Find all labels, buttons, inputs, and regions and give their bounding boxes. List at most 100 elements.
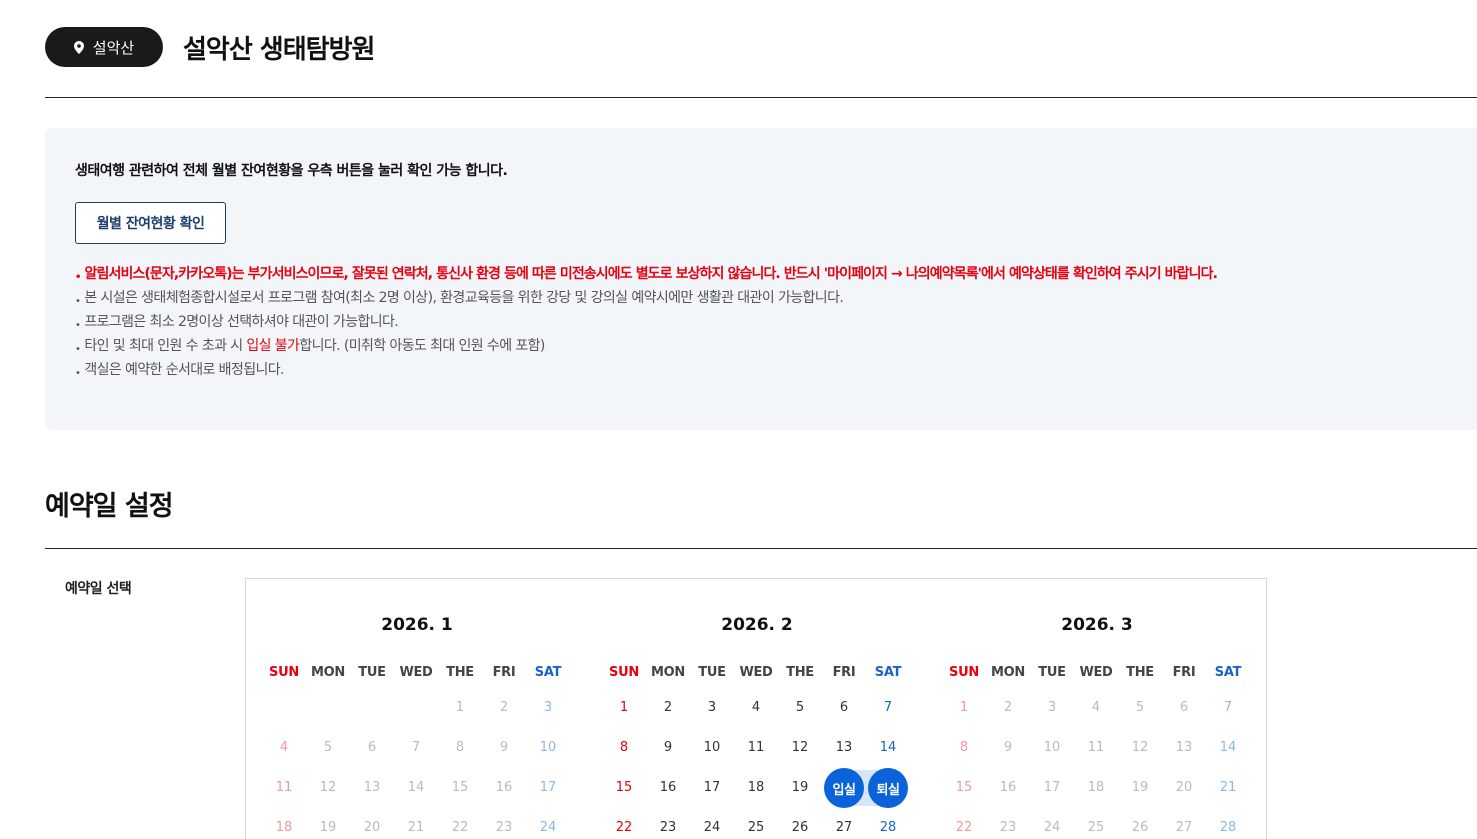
checkin-day[interactable]: 입실: [824, 768, 864, 808]
weekday-label: TUE: [698, 665, 726, 680]
calendar-day[interactable]: 19: [778, 770, 822, 806]
calendar-day[interactable]: 4: [734, 690, 778, 726]
calendar-day: 15: [955, 780, 973, 795]
calendar-day[interactable]: 9: [646, 730, 690, 766]
weekday-label: SUN: [949, 665, 979, 680]
notice-text: 합니다. (미취학 아동도 최대 인원 수에 포함): [299, 338, 545, 354]
calendar-day: 15: [451, 780, 469, 795]
calendar-day[interactable]: 25: [734, 810, 778, 839]
notice-lead: 생태여행 관련하여 전체 월별 잔여현황을 우측 버튼을 눌러 확인 가능 합니…: [75, 163, 508, 179]
calendar-day: 18: [1087, 780, 1105, 795]
calendar-panel: 2026. 1 SUN MON TUE WED THE FRI SAT 1 2 3 4 5 6 7 8 9 10 1…: [245, 578, 1267, 839]
calendar-day: 28: [1219, 820, 1237, 835]
weekday-label: SAT: [1214, 665, 1242, 680]
weekday-label: SUN: [269, 665, 299, 680]
calendar-day: 26: [1131, 820, 1149, 835]
calendar-day[interactable]: 1: [602, 690, 646, 726]
calendar-day: 12: [319, 780, 337, 795]
calendar-day: 24: [1043, 820, 1061, 835]
calendar-day: 25: [1087, 820, 1105, 835]
weekday-label: MON: [311, 665, 345, 680]
calendar-day[interactable]: 6: [822, 690, 866, 726]
calendar-day: 6: [367, 740, 377, 755]
calendar-day[interactable]: 5: [778, 690, 822, 726]
calendar-day[interactable]: 17: [690, 770, 734, 806]
map-pin-icon: [73, 40, 84, 54]
calendar-day[interactable]: 24: [690, 810, 734, 839]
calendar-day: 4: [279, 740, 289, 755]
calendar-day[interactable]: 8: [602, 730, 646, 766]
calendar-day[interactable]: 12: [778, 730, 822, 766]
calendar-day: 21: [407, 820, 425, 835]
notice-item: 타인 및 최대 인원 수 초과 시 입실 불가합니다. (미취학 아동도 최대 …: [75, 334, 1457, 358]
calendar-day: 2: [1003, 700, 1013, 715]
calendar-day: 5: [1135, 700, 1145, 715]
calendar-day[interactable]: 7: [866, 690, 910, 726]
calendar-day: 6: [1179, 700, 1189, 715]
weekday-header: SUN MON TUE WED THE FRI SAT: [602, 665, 912, 681]
calendar-day[interactable]: 15: [602, 770, 646, 806]
calendar-day[interactable]: 3: [690, 690, 734, 726]
calendar-day: 4: [1091, 700, 1101, 715]
weekday-label: SUN: [609, 665, 639, 680]
calendar-day: 10: [1043, 740, 1061, 755]
month-title: 2026. 2: [721, 615, 793, 635]
calendar-day: 23: [495, 820, 513, 835]
calendar-day[interactable]: 27: [822, 810, 866, 839]
monthly-availability-button[interactable]: 월별 잔여현황 확인: [75, 202, 226, 244]
calendar-day[interactable]: 23: [646, 810, 690, 839]
calendar-day: 16: [495, 780, 513, 795]
calendar-day[interactable]: 10: [690, 730, 734, 766]
location-badge: 설악산: [45, 27, 163, 67]
weekday-label: TUE: [1038, 665, 1066, 680]
calendar-day[interactable]: 13: [822, 730, 866, 766]
location-badge-label: 설악산: [92, 38, 135, 57]
calendar-day: 1: [959, 700, 969, 715]
calendar-day: 11: [275, 780, 293, 795]
weekday-label: FRI: [492, 665, 516, 680]
section-title: 예약일 설정: [45, 491, 174, 522]
weekday-label: SAT: [874, 665, 902, 680]
calendar-day: 16: [999, 780, 1017, 795]
calendar-day: 22: [955, 820, 973, 835]
notice-box: 생태여행 관련하여 전체 월별 잔여현황을 우측 버튼을 눌러 확인 가능 합니…: [45, 128, 1477, 430]
calendar-day: 7: [1223, 700, 1233, 715]
calendar-day[interactable]: 26: [778, 810, 822, 839]
calendar-day[interactable]: 22: [602, 810, 646, 839]
notice-item: 본 시설은 생태체험종합시설로서 프로그램 참여(최소 2명 이상), 환경교육…: [75, 286, 1457, 310]
calendar-day[interactable]: 2: [646, 690, 690, 726]
notice-item: 객실은 예약한 순서대로 배정됩니다.: [75, 358, 1457, 382]
notice-alert: 알림서비스(문자,카카오톡)는 부가서비스이므로, 잘못된 연락처, 통신사 환…: [75, 262, 1457, 286]
calendar-day: 2: [499, 700, 509, 715]
calendar-day[interactable]: 14: [866, 730, 910, 766]
calendar-day: 9: [1003, 740, 1013, 755]
calendar-day[interactable]: 28: [866, 810, 910, 839]
month-title: 2026. 1: [381, 615, 453, 635]
calendar-day[interactable]: 16: [646, 770, 690, 806]
calendar-day: 23: [999, 820, 1017, 835]
calendar-day: 14: [1219, 740, 1237, 755]
weekday-label: THE: [786, 665, 814, 680]
calendar-day: 19: [319, 820, 337, 835]
calendar-day[interactable]: 11: [734, 730, 778, 766]
weekday-label: WED: [399, 665, 433, 680]
weekday-label: MON: [651, 665, 685, 680]
notice-warning-text: 입실 불가: [246, 338, 300, 354]
weekday-label: THE: [446, 665, 474, 680]
section-divider: [45, 548, 1477, 549]
weekday-label: MON: [991, 665, 1025, 680]
calendar-day: 18: [275, 820, 293, 835]
calendar-day: 20: [363, 820, 381, 835]
calendar-day: 24: [539, 820, 557, 835]
page-title: 설악산 생태탐방원: [183, 34, 375, 65]
calendar-day: 8: [455, 740, 465, 755]
calendar-day[interactable]: 18: [734, 770, 778, 806]
checkout-day[interactable]: 퇴실: [868, 768, 908, 808]
weekday-label: FRI: [1172, 665, 1196, 680]
calendar-day: 19: [1131, 780, 1149, 795]
calendar-day: 17: [1043, 780, 1061, 795]
weekday-header: SUN MON TUE WED THE FRI SAT: [262, 665, 572, 681]
calendar-day: 11: [1087, 740, 1105, 755]
calendar-day: 5: [323, 740, 333, 755]
calendar-day: 14: [407, 780, 425, 795]
